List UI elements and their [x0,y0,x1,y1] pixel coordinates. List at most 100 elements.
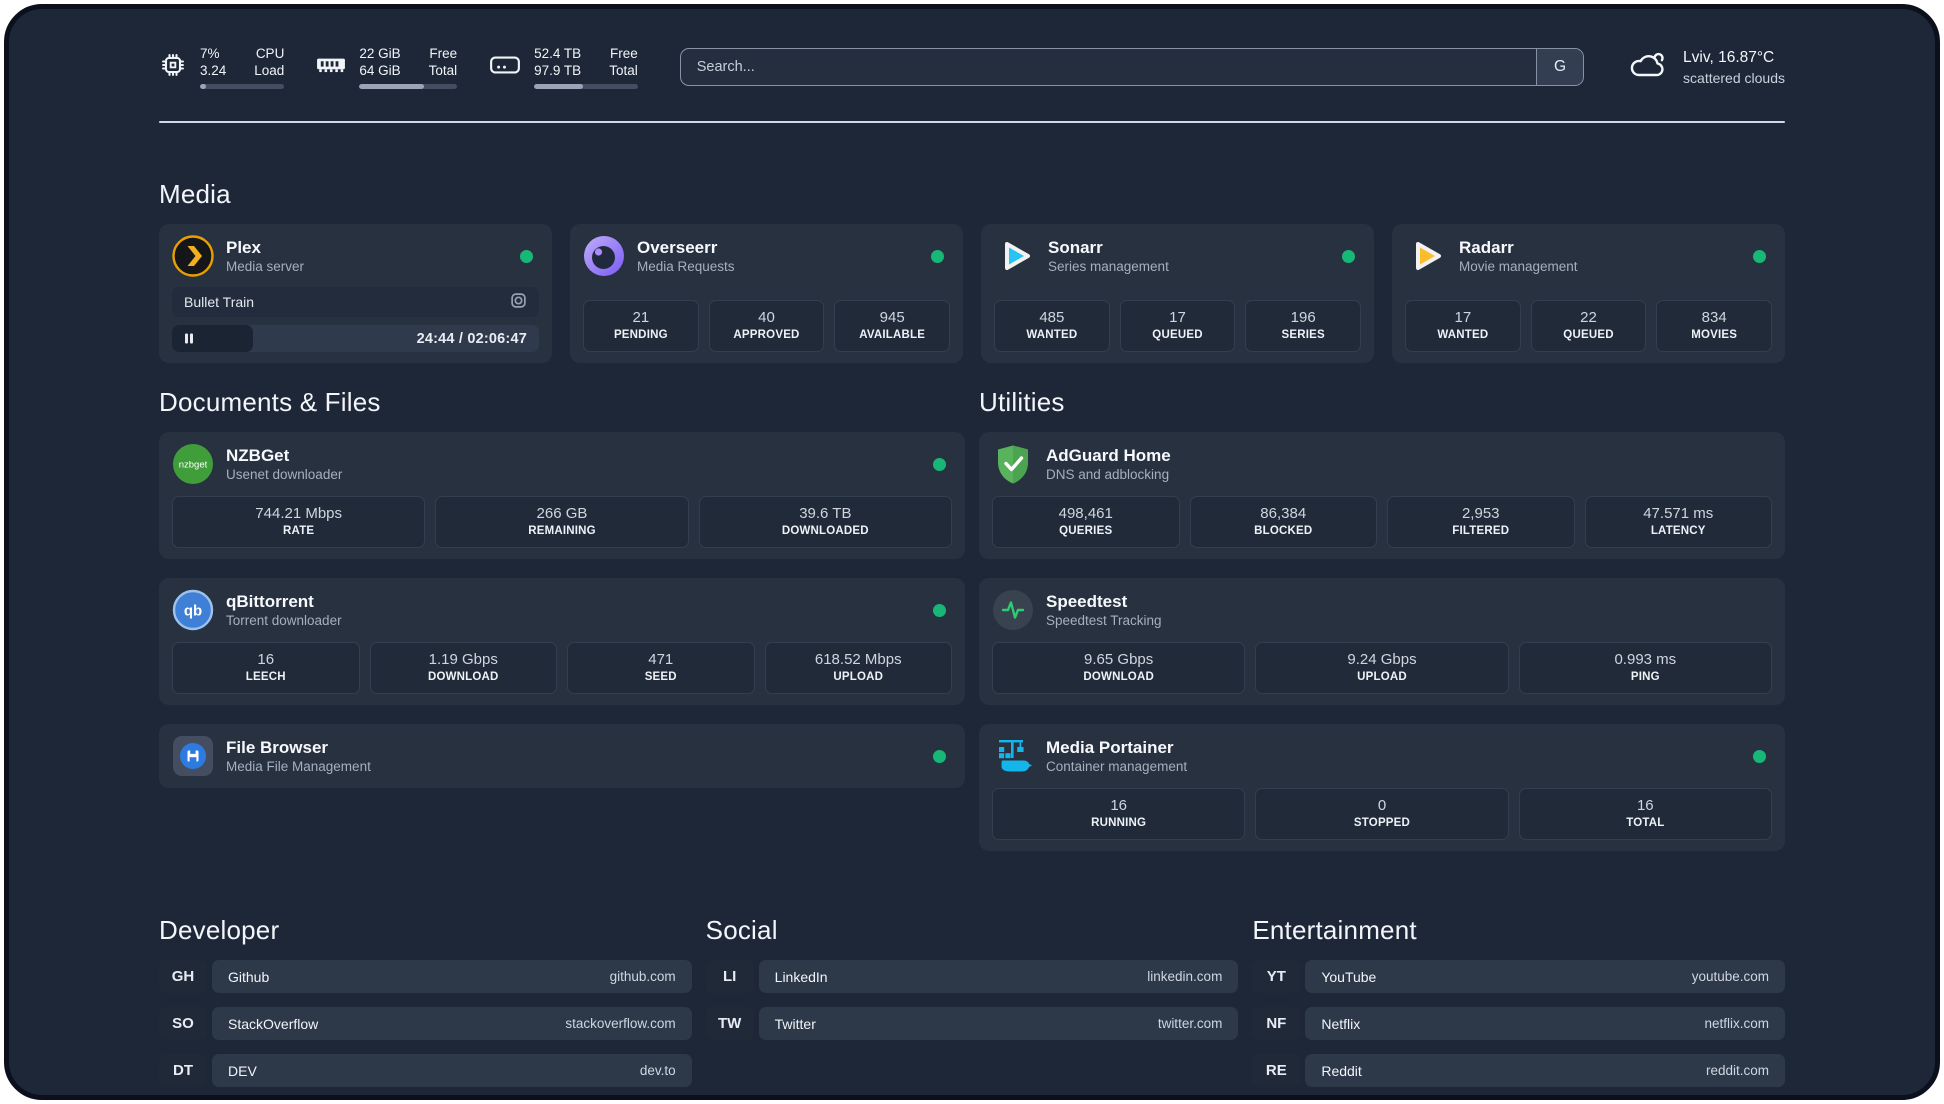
link-url: youtube.com [1691,969,1769,984]
stat-leech: 16 LEECH [172,642,360,694]
disk-icon [489,53,521,82]
stat-series: 196 SERIES [1245,300,1362,352]
link-url: netflix.com [1704,1016,1769,1031]
entertainment-links-section: Entertainment YT YouTube youtube.com NF … [1252,915,1785,1087]
system-stats: 7% 3.24 CPU Load 22 GiB 64 GiB Free Tota… [159,45,638,89]
link-name: Twitter [774,1015,816,1032]
search-engine-button[interactable]: G [1536,49,1584,85]
search-input[interactable] [680,49,1537,85]
overseerr-card[interactable]: Overseerr Media Requests 21 PENDING 40 A… [570,224,963,363]
stat-running: 16 RUNNING [992,788,1246,840]
app-name: Radarr [1459,238,1514,257]
portainer-card[interactable]: Media Portainer Container management 16 … [979,724,1785,851]
top-bar: 7% 3.24 CPU Load 22 GiB 64 GiB Free Tota… [159,45,1785,89]
adguard-card[interactable]: AdGuard Home DNS and adblocking 498,461 … [979,432,1785,559]
stat-total: 16 TOTAL [1518,788,1772,840]
stat-queries: 498,461 QUERIES [992,496,1180,548]
link-stackoverflow[interactable]: SO StackOverflow stackoverflow.com [159,1007,692,1040]
link-name: DEV [228,1062,257,1079]
weather-location: Lviv, 16.87°C [1683,48,1775,66]
ram-stat: 22 GiB 64 GiB Free Total [316,45,458,89]
nzbget-icon: nzbget [172,443,214,485]
radarr-card[interactable]: Radarr Movie management 17 WANTED 22 QUE… [1392,224,1785,363]
link-url: twitter.com [1157,1016,1223,1031]
app-name: qBittorrent [226,592,314,611]
sonarr-card[interactable]: Sonarr Series management 485 WANTED 17 Q… [981,224,1374,363]
qbittorrent-card[interactable]: qb qBittorrent Torrent downloader 16 LEE… [159,578,965,705]
cloud-icon [1626,49,1668,86]
link-twitter[interactable]: TW Twitter twitter.com [705,1007,1239,1040]
stat-available: 945 AVAILABLE [834,300,951,352]
radarr-icon [1405,235,1447,277]
disk-free-value: 52.4 TB [534,46,582,61]
entertainment-section-title: Entertainment [1252,915,1417,945]
link-url: linkedin.com [1147,969,1223,984]
link-name: Reddit [1321,1062,1362,1079]
link-url: reddit.com [1705,1063,1769,1078]
stat-queued: 17 QUEUED [1119,300,1236,352]
status-dot [933,749,946,763]
app-name: AdGuard Home [1046,446,1171,465]
ram-free-label: Free [429,46,458,61]
app-subtitle: DNS and adblocking [1046,467,1170,482]
ram-total-label: Total [428,63,458,78]
stat-movies: 834 MOVIES [1656,300,1773,352]
link-url: github.com [609,969,676,984]
app-subtitle: Series management [1048,259,1169,274]
status-dot [933,603,946,617]
stat-latency: 47.571 ms LATENCY [1584,496,1772,548]
link-name: YouTube [1321,968,1377,985]
link-abbr-badge: SO [159,1007,207,1040]
link-youtube[interactable]: YT YouTube youtube.com [1252,960,1785,993]
link-abbr-badge: DT [159,1054,207,1087]
overseerr-icon [583,235,625,277]
stat-seed: 471 SEED [567,642,755,694]
nzbget-card[interactable]: nzbget NZBGet Usenet downloader 744.21 M… [159,432,965,559]
pause-button[interactable] [183,332,195,345]
link-reddit[interactable]: RE Reddit reddit.com [1252,1054,1785,1087]
adguard-icon [992,443,1034,485]
link-abbr-badge: LI [705,960,754,993]
social-section-title: Social [705,915,778,945]
weather-widget: Lviv, 16.87°C scattered clouds [1626,49,1785,86]
filebrowser-card[interactable]: File Browser Media File Management [159,724,965,788]
app-subtitle: Media server [226,259,305,274]
media-session-icon [510,292,527,312]
cpu-load-value: 3.24 [200,63,227,78]
stat-blocked: 86,384 BLOCKED [1189,496,1377,548]
link-url: stackoverflow.com [565,1016,676,1031]
disk-free-label: Free [609,46,638,61]
app-name: File Browser [226,738,329,757]
link-dev[interactable]: DT DEV dev.to [159,1054,692,1087]
app-subtitle: Usenet downloader [226,467,343,482]
speedtest-card[interactable]: Speedtest Speedtest Tracking 9.65 Gbps D… [979,578,1785,705]
app-name: NZBGet [226,446,290,465]
stat-ping: 0.993 ms PING [1518,642,1772,694]
sonarr-icon [994,235,1036,277]
app-subtitle: Media File Management [226,759,371,774]
disk-total-value: 97.9 TB [534,63,582,78]
stat-download: 1.19 Gbps DOWNLOAD [369,642,557,694]
stat-remaining: 266 GB REMAINING [435,496,689,548]
qbittorrent-icon: qb [172,589,214,631]
stat-queued: 22 QUEUED [1530,300,1647,352]
svg-text:qb: qb [184,603,202,620]
plex-card[interactable]: Plex Media server Bullet Train 24:44 / 0… [159,224,552,363]
status-dot [931,249,944,263]
app-subtitle: Torrent downloader [226,613,342,628]
app-subtitle: Movie management [1459,259,1578,274]
cpu-usage-label: CPU [255,46,285,61]
speedtest-icon [992,589,1034,631]
developer-section-title: Developer [159,915,280,945]
link-netflix[interactable]: NF Netflix netflix.com [1252,1007,1785,1040]
stat-rate: 744.21 Mbps RATE [172,496,426,548]
social-links-section: Social LI LinkedIn linkedin.com TW Twitt… [705,915,1239,1040]
link-github[interactable]: GH Github github.com [159,960,692,993]
status-dot [520,249,533,263]
cpu-stat: 7% 3.24 CPU Load [159,45,285,89]
app-name: Plex [226,238,261,257]
link-linkedin[interactable]: LI LinkedIn linkedin.com [705,960,1239,993]
stat-upload: 618.52 Mbps UPLOAD [764,642,952,694]
disk-stat: 52.4 TB 97.9 TB Free Total [489,45,638,89]
link-name: Netflix [1321,1015,1361,1032]
